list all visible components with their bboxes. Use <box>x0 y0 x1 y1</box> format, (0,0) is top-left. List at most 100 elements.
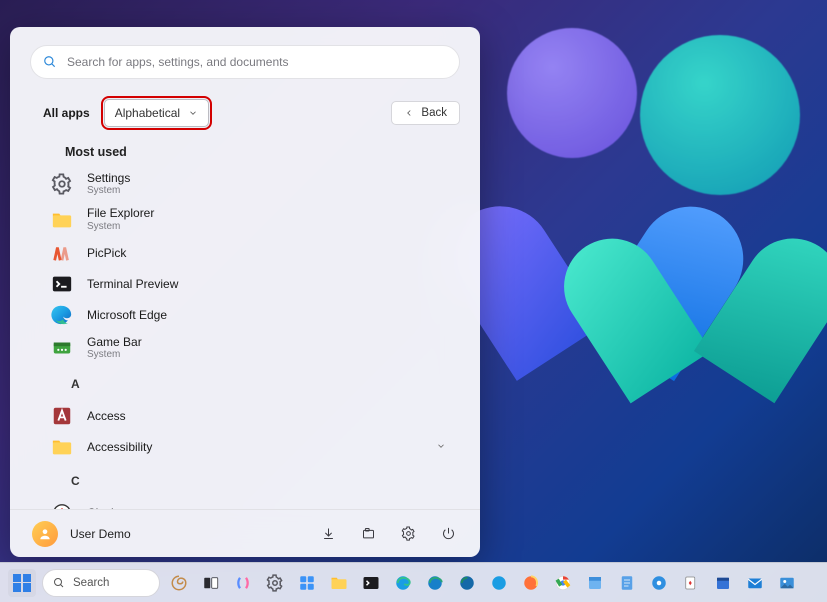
app-item-access[interactable]: Access <box>43 401 466 431</box>
app-item-label: Clock <box>87 506 117 509</box>
app-item-accessibility[interactable]: Accessibility <box>43 432 466 462</box>
copilot-icon <box>234 574 252 592</box>
all-apps-header-row: All apps Alphabetical Back <box>10 99 480 127</box>
file-explorer-button[interactable] <box>354 520 382 548</box>
taskbar-app-mail[interactable] <box>742 570 768 596</box>
photos-icon <box>778 574 796 592</box>
downloads-button[interactable] <box>314 520 342 548</box>
app-item-label: Game Bar <box>87 335 142 349</box>
gamebar-icon <box>51 337 73 359</box>
app-item-sublabel: System <box>87 185 130 197</box>
app-item-file-explorer[interactable]: File Explorer System <box>43 202 466 236</box>
user-avatar[interactable] <box>32 521 58 547</box>
wallpaper-bubble-purple <box>507 28 637 158</box>
person-icon <box>38 527 52 541</box>
chevron-left-icon <box>404 108 414 118</box>
edge-icon <box>51 304 73 326</box>
windows-logo-icon <box>13 574 31 592</box>
taskbar-app-photos[interactable] <box>774 570 800 596</box>
taskbar-app-terminal[interactable] <box>358 570 384 596</box>
taskbar-app-edge-beta[interactable] <box>486 570 512 596</box>
edge-icon <box>426 574 444 592</box>
taskbar-pinned-apps <box>166 570 800 596</box>
start-search-input[interactable] <box>67 55 447 69</box>
search-icon <box>43 55 57 69</box>
edge-icon <box>394 574 412 592</box>
taskbar-app-calendar[interactable] <box>710 570 736 596</box>
section-most-used: Most used <box>65 145 466 159</box>
sort-dropdown[interactable]: Alphabetical <box>104 99 209 127</box>
app-list: Most used Settings System File Explorer … <box>10 139 480 509</box>
settings-icon <box>51 173 73 195</box>
folder-icon <box>51 209 73 231</box>
back-button-label: Back <box>421 107 447 119</box>
screenshot-icon <box>586 574 604 592</box>
app-item-game-bar[interactable]: Game Bar System <box>43 331 466 365</box>
access-icon <box>51 405 73 427</box>
firefox-icon <box>522 574 540 592</box>
taskbar-app-edge-dev[interactable] <box>422 570 448 596</box>
taskbar-app-tips[interactable] <box>646 570 672 596</box>
user-name-label[interactable]: User Demo <box>70 527 131 541</box>
calendar-icon <box>714 574 732 592</box>
all-apps-label: All apps <box>43 106 90 120</box>
taskbar-app-edge-canary[interactable] <box>454 570 480 596</box>
taskbar-app-notepad[interactable] <box>614 570 640 596</box>
edge-icon <box>490 574 508 592</box>
tips-icon <box>650 574 668 592</box>
gear-icon <box>266 574 284 592</box>
folder-icon <box>330 574 348 592</box>
settings-button[interactable] <box>394 520 422 548</box>
search-icon <box>53 577 65 589</box>
cards-icon <box>682 574 700 592</box>
gear-icon <box>401 526 416 541</box>
app-item-label: Microsoft Edge <box>87 308 167 322</box>
app-item-picpick[interactable]: PicPick <box>43 238 466 268</box>
back-button[interactable]: Back <box>391 101 460 125</box>
notepad-icon <box>618 574 636 592</box>
app-item-settings[interactable]: Settings System <box>43 167 466 201</box>
app-item-label: Accessibility <box>87 440 152 454</box>
taskbar-app-snip[interactable] <box>582 570 608 596</box>
chrome-icon <box>554 574 572 592</box>
group-header-a[interactable]: A <box>71 377 466 391</box>
taskbar-app-copilot[interactable] <box>230 570 256 596</box>
app-item-label: Settings <box>87 171 130 185</box>
taskview-icon <box>202 574 220 592</box>
start-footer: User Demo <box>10 509 480 557</box>
taskbar-search[interactable]: Search <box>42 569 160 597</box>
taskbar-app-explorer[interactable] <box>326 570 352 596</box>
taskbar: Search <box>0 562 827 602</box>
app-item-sublabel: System <box>87 221 154 233</box>
power-button[interactable] <box>434 520 462 548</box>
taskbar-app-nautilus[interactable] <box>166 570 192 596</box>
group-header-c[interactable]: C <box>71 474 466 488</box>
start-search-box[interactable] <box>30 45 460 79</box>
app-item-label: Terminal Preview <box>87 277 178 291</box>
mail-icon <box>746 574 764 592</box>
taskbar-app-settings[interactable] <box>262 570 288 596</box>
taskbar-app-edge[interactable] <box>390 570 416 596</box>
picpick-icon <box>51 242 73 264</box>
downloads-icon <box>321 526 336 541</box>
app-item-label: PicPick <box>87 246 126 260</box>
app-item-clock[interactable]: Clock <box>43 498 466 509</box>
chevron-down-icon <box>436 438 446 456</box>
app-item-label: File Explorer <box>87 206 154 220</box>
start-menu-panel: All apps Alphabetical Back Most used Set… <box>10 27 480 557</box>
taskbar-app-taskview[interactable] <box>198 570 224 596</box>
chevron-down-icon <box>188 108 198 118</box>
app-item-edge[interactable]: Microsoft Edge <box>43 300 466 330</box>
app-item-terminal-preview[interactable]: Terminal Preview <box>43 269 466 299</box>
start-button[interactable] <box>8 569 36 597</box>
sort-dropdown-label: Alphabetical <box>115 106 180 120</box>
taskbar-app-chrome[interactable] <box>550 570 576 596</box>
taskbar-search-label: Search <box>73 577 109 589</box>
app-item-sublabel: System <box>87 349 142 361</box>
taskbar-app-solitaire[interactable] <box>678 570 704 596</box>
power-icon <box>441 526 456 541</box>
edge-icon <box>458 574 476 592</box>
taskbar-app-firefox[interactable] <box>518 570 544 596</box>
taskbar-app-widgets[interactable] <box>294 570 320 596</box>
shell-icon <box>170 574 188 592</box>
